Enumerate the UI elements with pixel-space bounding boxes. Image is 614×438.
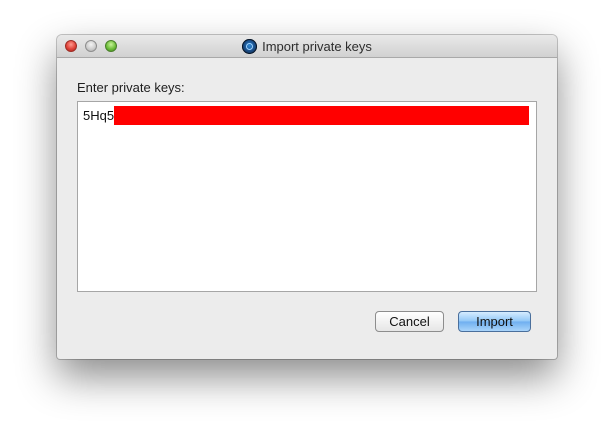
key-redaction-bar bbox=[114, 106, 529, 125]
prompt-label: Enter private keys: bbox=[77, 80, 185, 95]
dialog-body: Enter private keys: 5Hq5 Cancel Import bbox=[57, 58, 557, 359]
key-line: 5Hq5 bbox=[83, 106, 529, 125]
import-private-keys-dialog: Import private keys Enter private keys: … bbox=[57, 35, 557, 359]
key-visible-prefix: 5Hq5 bbox=[83, 108, 115, 123]
window-title-group: Import private keys bbox=[57, 35, 557, 57]
import-button[interactable]: Import bbox=[458, 311, 531, 332]
title-bar[interactable]: Import private keys bbox=[57, 35, 557, 58]
window-title: Import private keys bbox=[262, 38, 372, 54]
app-icon bbox=[242, 38, 258, 54]
cancel-button[interactable]: Cancel bbox=[375, 311, 444, 332]
screen: Import private keys Enter private keys: … bbox=[0, 0, 614, 438]
private-keys-text-area[interactable]: 5Hq5 bbox=[77, 101, 537, 292]
